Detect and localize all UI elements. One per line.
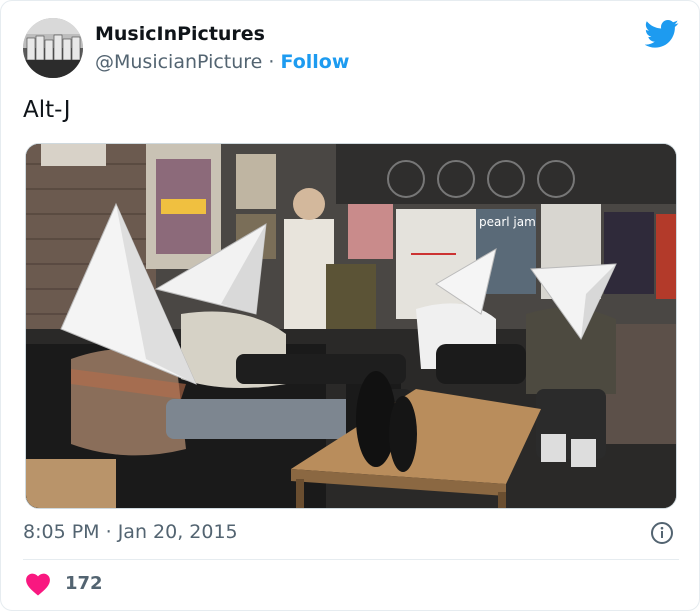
tweet-timestamp[interactable]: 8:05 PM · Jan 20, 2015 <box>23 521 238 543</box>
divider <box>23 559 679 560</box>
tweet-time: 8:05 PM <box>23 521 100 543</box>
handle-separator: · <box>268 51 275 73</box>
twitter-bird-icon[interactable] <box>645 19 679 49</box>
tweet-date: Jan 20, 2015 <box>117 521 238 543</box>
band-photo-image: pearl jam <box>26 144 676 508</box>
record-crates-avatar-icon <box>23 18 83 78</box>
like-count: 172 <box>65 573 103 594</box>
author-handle[interactable]: @MusicianPicture <box>95 51 262 73</box>
author-handle-row: @MusicianPicture · Follow <box>95 51 349 73</box>
follow-button[interactable]: Follow <box>281 51 350 73</box>
poster-text: pearl jam <box>479 215 536 229</box>
tweet-photo[interactable]: pearl jam <box>25 143 677 509</box>
timestamp-separator: · <box>105 521 112 543</box>
author-display-name[interactable]: MusicInPictures <box>95 23 265 45</box>
tweet-card: MusicInPictures @MusicianPicture · Follo… <box>0 0 700 611</box>
info-icon[interactable] <box>650 521 674 545</box>
author-avatar[interactable] <box>23 18 83 78</box>
heart-icon[interactable] <box>25 572 51 596</box>
tweet-text: Alt-J <box>23 97 71 123</box>
